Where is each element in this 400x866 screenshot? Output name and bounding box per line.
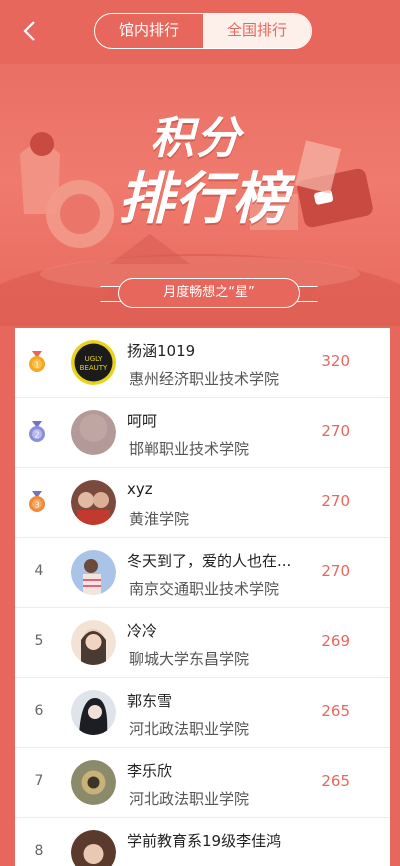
avatar xyxy=(71,830,116,866)
tab-library-ranking[interactable]: 馆内排行 xyxy=(95,14,203,48)
list-item[interactable]: 8 学前教育系19级李佳鸿 xyxy=(15,818,390,866)
avatar xyxy=(71,480,116,525)
user-name: 扬涵1019 xyxy=(127,342,196,360)
leaderboard-banner: 积分 排行榜 月度畅想之“星” xyxy=(0,64,400,326)
user-score: 270 xyxy=(321,492,350,510)
avatar: UGLY BEAUTY xyxy=(71,340,116,385)
list-item[interactable]: 6 郭东雪 河北政法职业学院 265 xyxy=(15,678,390,748)
user-score: 270 xyxy=(321,562,350,580)
user-score: 269 xyxy=(321,632,350,650)
top-bar: 馆内排行 全国排行 xyxy=(0,0,400,64)
user-school: 黄淮学院 xyxy=(129,510,190,528)
list-item[interactable]: 7 李乐欣 河北政法职业学院 265 xyxy=(15,748,390,818)
gold-medal-icon: 1 xyxy=(27,351,47,373)
bronze-medal-icon: 3 xyxy=(27,491,47,513)
avatar xyxy=(71,760,116,805)
user-name: 冬天到了，爱的人也在... xyxy=(127,552,292,570)
rank-number: 5 xyxy=(34,633,44,649)
svg-text:2: 2 xyxy=(34,431,39,440)
user-name: 冷冷 xyxy=(127,622,158,640)
back-icon[interactable] xyxy=(18,18,44,44)
banner-title-line2: 排行榜 xyxy=(118,166,289,232)
user-name: 郭东雪 xyxy=(127,692,173,710)
svg-text:BEAUTY: BEAUTY xyxy=(80,364,108,372)
user-name: xyz xyxy=(127,480,153,498)
avatar xyxy=(71,620,116,665)
list-item[interactable]: 2 呵呵 邯郸职业技术学院 270 xyxy=(15,398,390,468)
avatar xyxy=(71,410,116,455)
user-score: 265 xyxy=(321,772,350,790)
user-score: 270 xyxy=(321,422,350,440)
avatar xyxy=(71,550,116,595)
list-item[interactable]: 5 冷冷 聊城大学东昌学院 269 xyxy=(15,608,390,678)
user-score: 320 xyxy=(321,352,350,370)
list-item[interactable]: 1 UGLY BEAUTY 扬涵1019 惠州经济职业技术学院 320 xyxy=(15,328,390,398)
list-item[interactable]: 3 xyz 黄淮学院 270 xyxy=(15,468,390,538)
svg-text:1: 1 xyxy=(34,361,39,370)
user-school: 聊城大学东昌学院 xyxy=(129,650,250,668)
ranking-list: 1 UGLY BEAUTY 扬涵1019 惠州经济职业技术学院 320 2 呵呵 … xyxy=(15,328,390,866)
user-school: 南京交通职业技术学院 xyxy=(129,580,280,598)
banner-subtitle: 月度畅想之“星” xyxy=(118,278,300,308)
rank-number: 8 xyxy=(34,843,44,859)
silver-medal-icon: 2 xyxy=(27,421,47,443)
user-name: 学前教育系19级李佳鸿 xyxy=(127,832,282,850)
tab-national-ranking[interactable]: 全国排行 xyxy=(203,14,311,48)
avatar xyxy=(71,690,116,735)
user-school: 惠州经济职业技术学院 xyxy=(129,370,280,388)
user-school: 河北政法职业学院 xyxy=(129,720,250,738)
user-score: 265 xyxy=(321,702,350,720)
list-item[interactable]: 4 冬天到了，爱的人也在... 南京交通职业技术学院 270 xyxy=(15,538,390,608)
rank-number: 4 xyxy=(34,563,44,579)
svg-text:UGLY: UGLY xyxy=(85,355,104,363)
user-name: 李乐欣 xyxy=(127,762,173,780)
ranking-scope-toggle: 馆内排行 全国排行 xyxy=(94,13,312,49)
rank-number: 6 xyxy=(34,703,44,719)
user-name: 呵呵 xyxy=(127,412,158,430)
svg-text:3: 3 xyxy=(34,501,39,510)
user-school: 河北政法职业学院 xyxy=(129,790,250,808)
user-school: 邯郸职业技术学院 xyxy=(129,440,250,458)
rank-number: 7 xyxy=(34,773,44,789)
